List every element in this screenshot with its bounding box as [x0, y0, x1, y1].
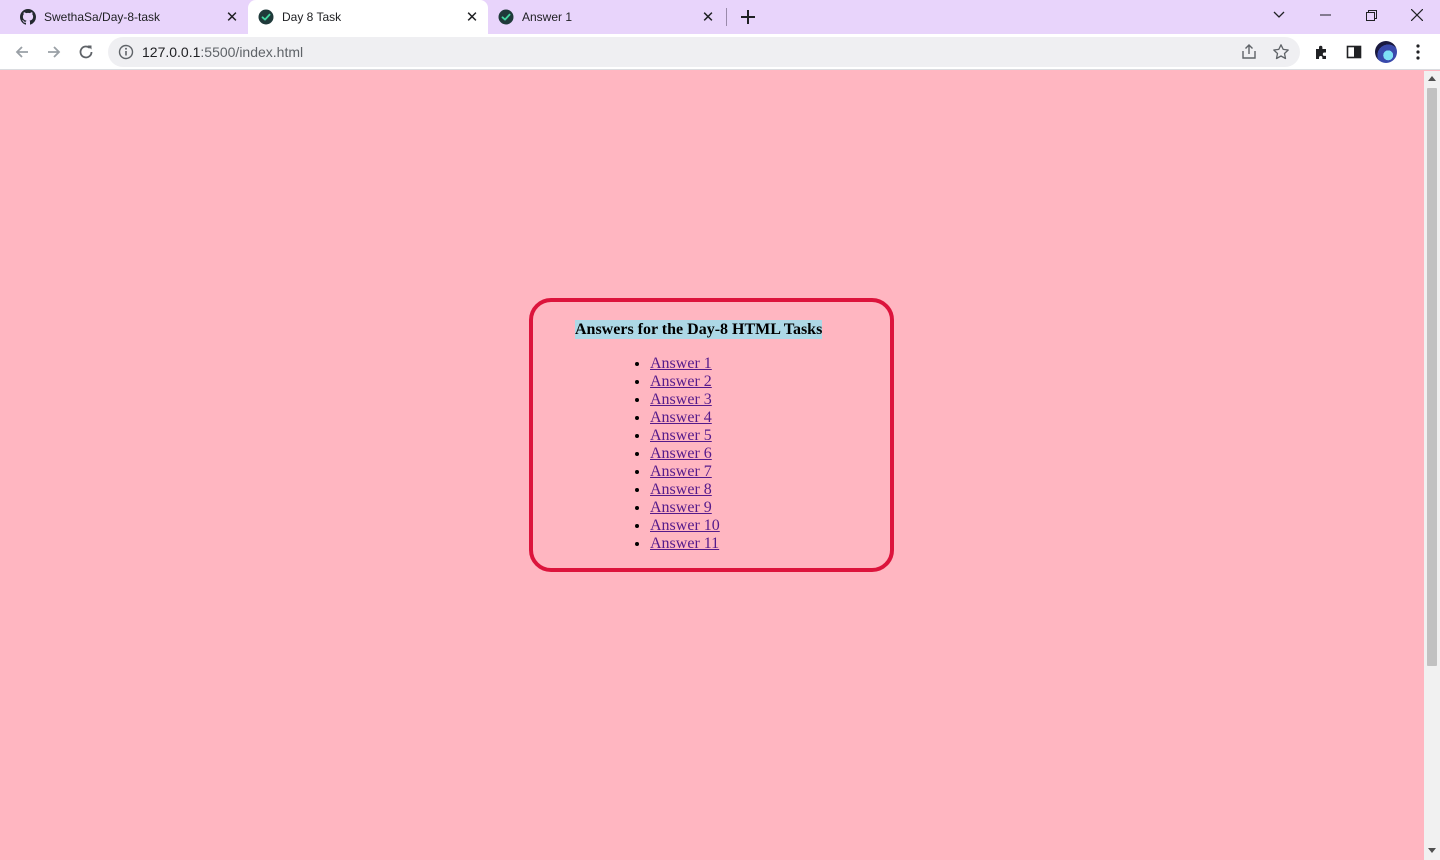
answer-link[interactable]: Answer 10: [650, 517, 720, 534]
extensions-button[interactable]: [1308, 38, 1336, 66]
forward-button[interactable]: [40, 38, 68, 66]
scroll-down-arrow-icon[interactable]: [1428, 848, 1436, 853]
kebab-menu-icon: [1416, 44, 1420, 60]
github-icon: [20, 9, 36, 25]
scroll-up-arrow-icon[interactable]: [1428, 76, 1436, 81]
close-tab-icon[interactable]: ✕: [224, 9, 240, 26]
tab-search-button[interactable]: [1256, 0, 1302, 30]
url-host: 127.0.0.1: [142, 44, 201, 60]
check-circle-icon: [258, 9, 274, 25]
answer-link[interactable]: Answer 5: [650, 427, 712, 444]
list-item: Answer 2: [650, 373, 720, 391]
minimize-button[interactable]: [1302, 0, 1348, 30]
list-item: Answer 11: [650, 535, 720, 553]
answer-link[interactable]: Answer 6: [650, 445, 712, 462]
page-viewport: Answers for the Day-8 HTML Tasks Answer …: [0, 71, 1424, 860]
new-tab-button[interactable]: [736, 5, 760, 29]
url-path: :5500/index.html: [200, 44, 304, 60]
tab-title: Answer 1: [522, 10, 573, 24]
answer-link[interactable]: Answer 4: [650, 409, 712, 426]
answer-link[interactable]: Answer 9: [650, 499, 712, 516]
share-icon[interactable]: [1240, 43, 1258, 61]
browser-toolbar: 127.0.0.1:5500/index.html: [0, 34, 1440, 70]
list-item: Answer 10: [650, 517, 720, 535]
puzzle-icon: [1316, 45, 1326, 59]
arrow-left-icon: [15, 46, 28, 58]
chevron-down-icon: [1273, 11, 1285, 18]
side-panel-icon: [1346, 45, 1362, 59]
info-icon[interactable]: [118, 44, 134, 60]
list-item: Answer 9: [650, 499, 720, 517]
list-item: Answer 1: [650, 355, 720, 373]
restore-button[interactable]: [1348, 0, 1394, 30]
close-window-button[interactable]: [1394, 0, 1440, 30]
scrollbar-thumb[interactable]: [1427, 88, 1437, 666]
check-circle-icon: [498, 9, 514, 25]
answer-link[interactable]: Answer 7: [650, 463, 712, 480]
list-item: Answer 8: [650, 481, 720, 499]
address-bar[interactable]: 127.0.0.1:5500/index.html: [108, 37, 1300, 67]
star-icon[interactable]: [1272, 43, 1290, 61]
menu-button[interactable]: [1404, 38, 1432, 66]
answers-card: Answers for the Day-8 HTML Tasks Answer …: [529, 298, 894, 572]
page-heading: Answers for the Day-8 HTML Tasks: [575, 320, 823, 339]
list-item: Answer 7: [650, 463, 720, 481]
answer-list: Answer 1Answer 2Answer 3Answer 4Answer 5…: [650, 355, 720, 553]
profile-avatar[interactable]: [1375, 41, 1397, 63]
tab-title: SwethaSa/Day-8-task: [44, 10, 161, 24]
url-text[interactable]: 127.0.0.1:5500/index.html: [142, 44, 303, 60]
close-tab-icon[interactable]: ✕: [700, 9, 716, 26]
list-item: Answer 3: [650, 391, 720, 409]
reload-button[interactable]: [72, 38, 100, 66]
tab-answer-1[interactable]: Answer 1 ✕: [488, 0, 724, 34]
answer-link[interactable]: Answer 2: [650, 373, 712, 390]
list-item: Answer 5: [650, 427, 720, 445]
tab-github-repo[interactable]: SwethaSa/Day-8-task ✕: [0, 0, 248, 34]
reload-icon: [79, 45, 93, 59]
arrow-right-icon: [48, 46, 61, 58]
tab-day8-task[interactable]: Day 8 Task ✕: [248, 0, 488, 34]
tab-strip: SwethaSa/Day-8-task ✕ Day 8 Task ✕ Answe…: [0, 0, 1440, 34]
tab-separator: [726, 8, 727, 26]
minimize-icon: [1319, 14, 1331, 16]
answer-link[interactable]: Answer 3: [650, 391, 712, 408]
restore-icon: [1365, 9, 1377, 21]
list-item: Answer 6: [650, 445, 720, 463]
close-tab-icon[interactable]: ✕: [464, 9, 480, 26]
vertical-scrollbar[interactable]: [1424, 71, 1440, 860]
plus-icon: [741, 10, 755, 24]
list-item: Answer 4: [650, 409, 720, 427]
close-icon: [1411, 9, 1423, 21]
answer-link[interactable]: Answer 8: [650, 481, 712, 498]
answer-link[interactable]: Answer 1: [650, 355, 712, 372]
answer-link[interactable]: Answer 11: [650, 535, 719, 552]
tab-title: Day 8 Task: [282, 10, 342, 24]
back-button[interactable]: [8, 38, 36, 66]
side-panel-button[interactable]: [1340, 38, 1368, 66]
